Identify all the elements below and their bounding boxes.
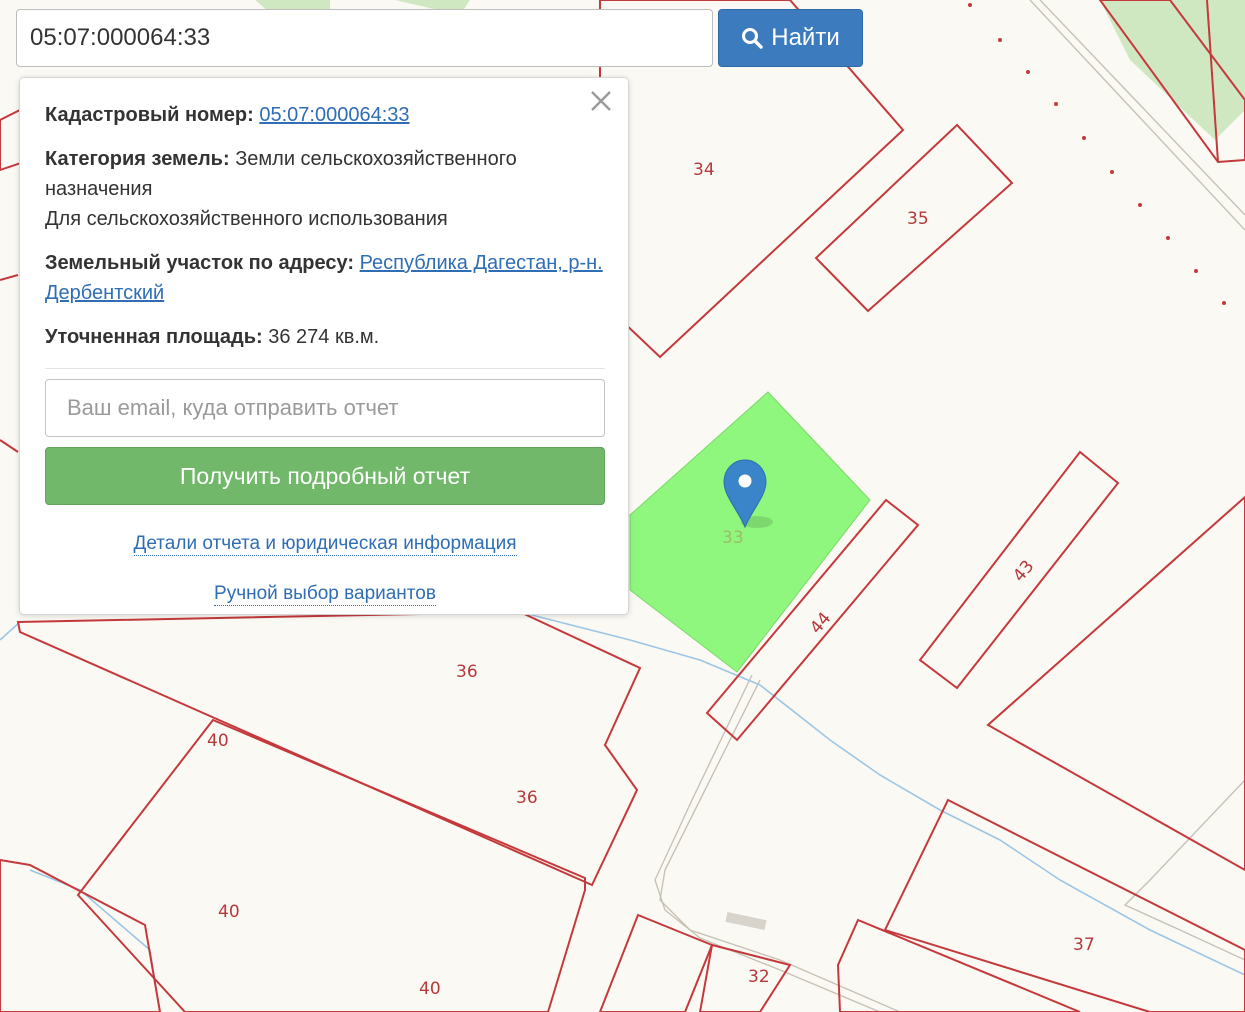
road-line xyxy=(654,674,881,1012)
search-button-label: Найти xyxy=(771,24,840,51)
parcel-36[interactable] xyxy=(16,610,642,887)
search-input[interactable] xyxy=(16,9,713,67)
parcel-40-west[interactable] xyxy=(0,858,162,1012)
get-report-button[interactable]: Получить подробный отчет xyxy=(45,447,605,505)
stream-line xyxy=(519,611,1245,976)
address-row: Земельный участок по адресу: Республика … xyxy=(45,248,605,308)
parcel-label-35: 35 xyxy=(907,209,929,229)
parcel-label-37: 37 xyxy=(1073,935,1095,955)
parcel-label-32: 32 xyxy=(748,967,770,987)
parcel-37-south[interactable] xyxy=(883,798,1245,1012)
land-category-row: Категория земель: Земли сельскохозяйстве… xyxy=(45,144,605,234)
parcel-boundary xyxy=(0,274,19,281)
parcel-info-popup: Кадастровый номер: 05:07:000064:33 Катег… xyxy=(19,77,629,615)
parcel-label-34: 34 xyxy=(693,160,715,180)
parcel-label-40: 40 xyxy=(419,979,441,999)
parcel-label-36: 36 xyxy=(516,788,538,808)
road-line xyxy=(1123,779,1245,961)
parcel-40[interactable] xyxy=(76,718,586,1012)
search-button[interactable]: Найти xyxy=(718,9,863,67)
parcel-label-36: 36 xyxy=(456,662,478,682)
search-icon xyxy=(742,28,763,49)
area-value: 36 274 кв.м. xyxy=(268,326,380,348)
parcel-label-40: 40 xyxy=(207,731,229,751)
area-label: Уточненная площадь: xyxy=(45,326,263,348)
parcel-label-43: 43 xyxy=(1009,557,1038,586)
manual-selection-link[interactable]: Ручной выбор вариантов xyxy=(45,579,605,609)
parcel-label-40: 40 xyxy=(218,902,240,922)
parcel-32[interactable] xyxy=(598,913,714,1012)
stream-line xyxy=(0,621,21,641)
land-category-label: Категория земель: xyxy=(45,148,230,170)
manual-selection-link-text: Ручной выбор вариантов xyxy=(214,583,436,606)
cadastral-number-label: Кадастровый номер: xyxy=(45,104,254,126)
parcel-boundary xyxy=(0,439,19,453)
parcel-33-selected[interactable] xyxy=(629,391,871,673)
stream-line xyxy=(29,869,161,1012)
land-usage-value: Для сельскохозяйственного использования xyxy=(45,208,448,230)
cadastral-number-link[interactable]: 05:07:000064:33 xyxy=(259,104,409,126)
parcel-label-33: 33 xyxy=(722,528,744,548)
parcel-32-east[interactable] xyxy=(698,943,792,1012)
building xyxy=(725,911,767,931)
address-label: Земельный участок по адресу: xyxy=(45,252,355,274)
divider xyxy=(45,368,605,369)
parcel-south-strip[interactable] xyxy=(836,918,1081,1012)
parcel-label-44: 44 xyxy=(806,609,835,638)
cadastral-number-row: Кадастровый номер: 05:07:000064:33 xyxy=(45,100,605,130)
email-field[interactable] xyxy=(45,379,605,437)
parcel-37[interactable] xyxy=(986,495,1245,872)
report-details-link[interactable]: Детали отчета и юридическая информация xyxy=(45,529,605,559)
area-row: Уточненная площадь: 36 274 кв.м. xyxy=(45,322,605,352)
report-details-link-text: Детали отчета и юридическая информация xyxy=(133,533,517,556)
